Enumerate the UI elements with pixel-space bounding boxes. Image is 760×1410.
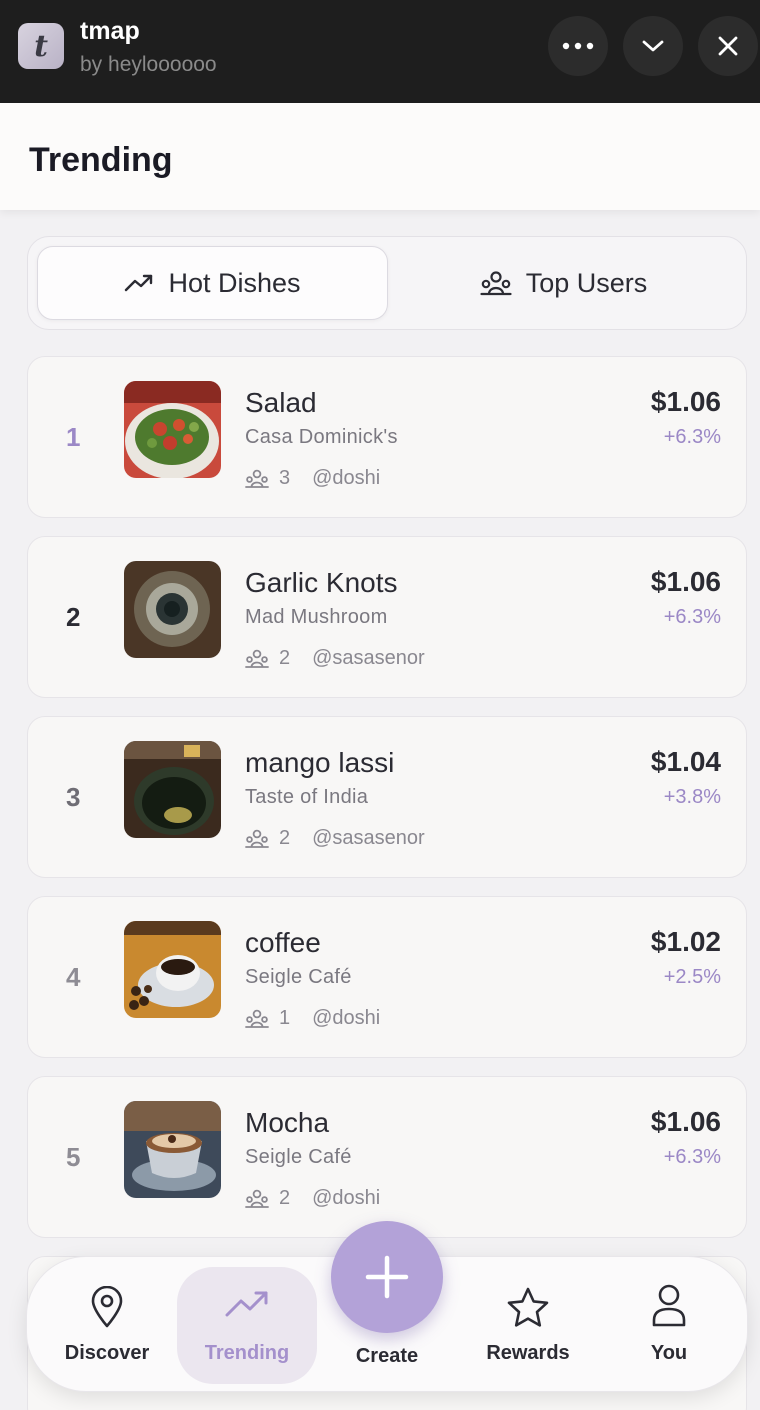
dish-price: $1.06 [650, 386, 721, 417]
nav-trending-label: Trending [204, 1342, 290, 1364]
dish-meta: 2 @doshi [245, 1187, 380, 1210]
users-icon [245, 1189, 269, 1208]
dish-meta: 2 @sasasenor [245, 827, 425, 850]
nav-active-highlight [177, 1267, 317, 1384]
dish-rank: 4 [66, 962, 81, 992]
dish-photo [124, 921, 221, 1018]
dish-photo [124, 1101, 221, 1198]
user-handle[interactable]: @sasasenor [312, 647, 425, 670]
nav-rewards[interactable]: Rewards [458, 1257, 598, 1393]
price-change: +3.8% [663, 786, 721, 808]
dish-photo [124, 561, 221, 658]
dish-name: Salad [245, 387, 317, 418]
nav-trending[interactable]: Trending [177, 1257, 317, 1393]
rater-count: 2 [279, 827, 291, 849]
user-handle[interactable]: @doshi [312, 467, 380, 490]
user-handle[interactable]: @doshi [312, 1007, 380, 1030]
dish-price: $1.06 [650, 566, 721, 597]
dish-name: mango lassi [245, 747, 395, 778]
user-handle[interactable]: @doshi [312, 1187, 380, 1210]
price-change: +6.3% [663, 1146, 721, 1168]
app-name: tmap [80, 17, 140, 45]
dish-card[interactable]: 1 Salad Casa Dominick's 3 @doshi $1.06 +… [27, 356, 747, 518]
tab-hot-dishes-label: Hot Dishes [168, 267, 301, 298]
nav-discover[interactable]: Discover [37, 1257, 177, 1393]
dish-card[interactable]: 3 mango lassi Taste of India 2 @sasaseno… [27, 716, 747, 878]
dish-name: coffee [245, 927, 321, 958]
price-change: +6.3% [663, 606, 721, 628]
dish-card[interactable]: 5 Mocha Seigle Café 2 @doshi $1.06 +6.3% [27, 1076, 747, 1238]
more-options-button[interactable] [548, 16, 608, 76]
app-icon: t [18, 23, 64, 69]
plus-icon [365, 1255, 409, 1299]
dish-rank: 1 [66, 422, 81, 452]
users-icon [245, 649, 269, 668]
create-button[interactable] [331, 1221, 443, 1333]
rater-count: 2 [279, 647, 291, 669]
app-icon-letter: t [34, 28, 48, 64]
dish-card[interactable]: 4 coffee Seigle Café 1 @doshi $1.02 +2.5… [27, 896, 747, 1058]
users-icon [480, 271, 512, 296]
page-title: Trending [29, 141, 173, 179]
dish-rank: 3 [66, 782, 81, 812]
chevron-down-icon [642, 40, 664, 52]
trending-up-icon [225, 1291, 268, 1317]
dish-price: $1.04 [650, 746, 721, 777]
nav-create-label: Create [355, 1345, 419, 1367]
collapse-button[interactable] [623, 16, 683, 76]
tab-hot-dishes[interactable]: Hot Dishes [37, 246, 388, 320]
restaurant-name: Mad Mushroom [245, 606, 388, 628]
price-change: +6.3% [663, 426, 721, 448]
page-header: Trending [0, 103, 760, 210]
price-change: +2.5% [663, 966, 721, 988]
dish-meta: 2 @sasasenor [245, 647, 425, 670]
trending-up-icon [125, 274, 153, 292]
trending-tabs: Hot Dishes Top Users [27, 236, 747, 330]
dish-meta: 3 @doshi [245, 467, 380, 490]
dish-name: Mocha [245, 1107, 330, 1138]
dish-price: $1.06 [650, 1106, 721, 1137]
nav-you[interactable]: You [599, 1257, 739, 1393]
more-horizontal-icon [562, 42, 594, 50]
restaurant-name: Casa Dominick's [245, 426, 398, 448]
rater-count: 3 [279, 467, 291, 489]
map-pin-icon [91, 1286, 123, 1328]
dish-rank: 2 [66, 602, 81, 632]
restaurant-name: Taste of India [245, 786, 369, 808]
nav-rewards-label: Rewards [486, 1342, 570, 1364]
restaurant-name: Seigle Café [245, 1146, 352, 1168]
star-icon [507, 1287, 549, 1327]
dish-photo [124, 381, 221, 478]
dish-name: Garlic Knots [245, 567, 398, 598]
dish-photo [124, 741, 221, 838]
users-icon [245, 469, 269, 488]
rater-count: 1 [279, 1007, 291, 1029]
dish-price: $1.02 [650, 926, 721, 957]
app-author: by heyloooooo [80, 53, 217, 76]
users-icon [245, 829, 269, 848]
window-titlebar: t tmap by heyloooooo [0, 0, 760, 103]
dish-meta: 1 @doshi [245, 1007, 380, 1030]
users-icon [245, 1009, 269, 1028]
dish-rank: 5 [66, 1142, 81, 1172]
user-icon [652, 1284, 686, 1327]
close-button[interactable] [698, 16, 758, 76]
close-icon [718, 36, 738, 56]
rater-count: 2 [279, 1187, 291, 1209]
nav-you-label: You [650, 1342, 688, 1364]
restaurant-name: Seigle Café [245, 966, 352, 988]
tab-top-users-label: Top Users [525, 267, 648, 298]
tab-top-users[interactable]: Top Users [388, 246, 739, 320]
nav-discover-label: Discover [64, 1342, 150, 1364]
user-handle[interactable]: @sasasenor [312, 827, 425, 850]
dish-card[interactable]: 2 Garlic Knots Mad Mushroom 2 @sasasenor… [27, 536, 747, 698]
